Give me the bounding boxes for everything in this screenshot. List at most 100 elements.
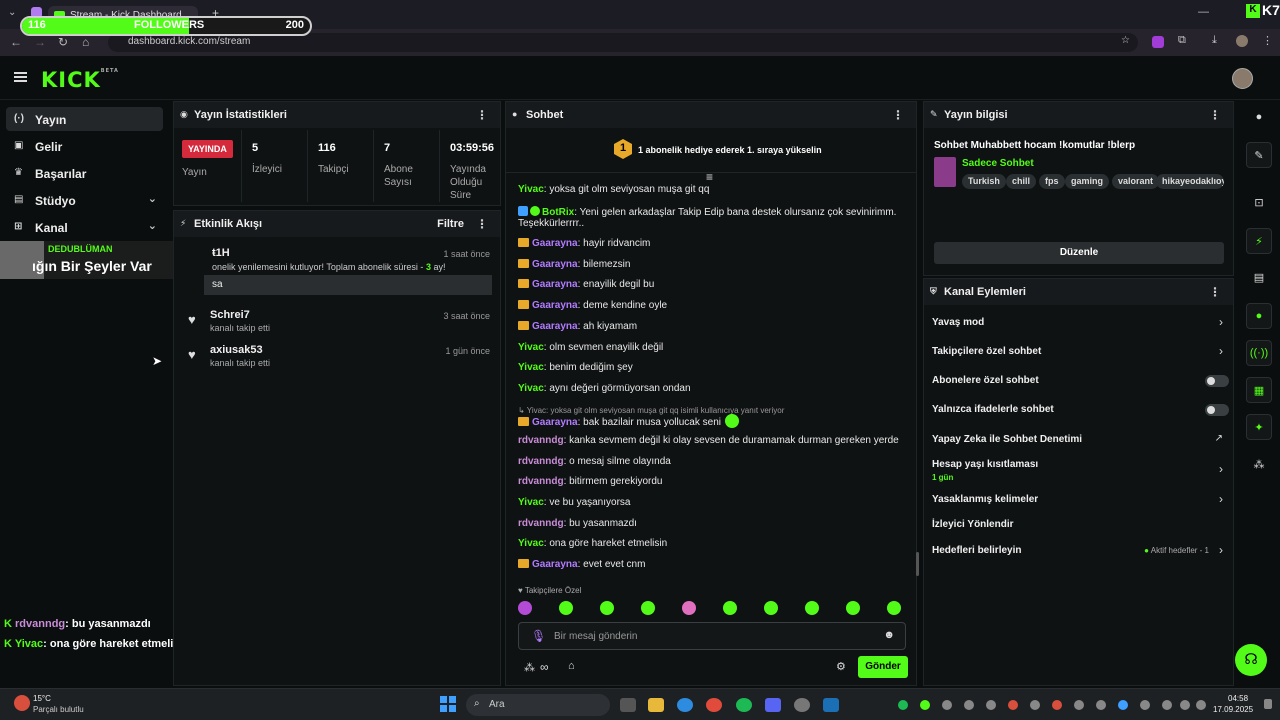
chat-username[interactable]: Gaarayna	[532, 279, 578, 290]
kick-logo[interactable]: KICKBETA	[41, 68, 119, 92]
action-banned-words[interactable]: Yasaklanmış kelimeler ›	[924, 492, 1233, 512]
tray-icon[interactable]	[1118, 700, 1128, 710]
infinity-icon[interactable]: ∞	[540, 660, 549, 674]
send-button[interactable]: Gönder	[858, 656, 908, 678]
emote-icon[interactable]	[559, 601, 573, 615]
tab-list-icon[interactable]: ⌄	[8, 7, 16, 18]
community-icon[interactable]: ⁂	[524, 661, 535, 674]
chat-menu-icon[interactable]: ⋮	[892, 108, 904, 122]
channel-actions-menu-icon[interactable]: ⋮	[1209, 285, 1221, 299]
emote-icon[interactable]	[641, 601, 655, 615]
edit-button[interactable]: Düzenle	[934, 242, 1224, 264]
file-explorer-icon[interactable]	[648, 698, 664, 712]
windows-start-icon[interactable]	[440, 696, 456, 712]
chat-input[interactable]: 🎙 Bir mesaj gönderin ☻	[518, 622, 906, 650]
sidebar-item-kanal[interactable]: ⊞ Kanal ⌄	[6, 215, 163, 239]
store-icon[interactable]: ⌂	[568, 660, 575, 672]
minimize-icon[interactable]: —	[1198, 6, 1209, 18]
emote-icon[interactable]	[682, 601, 696, 615]
tray-icon[interactable]	[964, 700, 974, 710]
browser-profile-icon[interactable]	[1236, 35, 1248, 47]
chat-username[interactable]: rdvanndg	[518, 476, 564, 487]
back-icon[interactable]: ←	[10, 35, 22, 49]
category-link[interactable]: Sadece Sohbet	[962, 158, 1034, 169]
chat-username[interactable]: Yivac	[518, 383, 544, 394]
activity-menu-icon[interactable]: ⋮	[476, 217, 488, 231]
chat-username[interactable]: Yivac	[518, 184, 544, 195]
broadcast-icon[interactable]: ((·))	[1246, 340, 1272, 366]
subscribers-only-toggle[interactable]	[1205, 375, 1229, 387]
microphone-icon[interactable]: 🎙	[531, 629, 546, 643]
steam-icon[interactable]	[823, 698, 839, 712]
spotify-icon[interactable]	[736, 698, 752, 712]
browser-menu-icon[interactable]: ⋮	[1262, 34, 1273, 47]
support-headset-icon[interactable]: ☊	[1235, 644, 1267, 676]
stats-menu-icon[interactable]: ⋮	[476, 108, 488, 122]
sidebar-item-gelir[interactable]: ▣ Gelir	[6, 134, 163, 158]
reload-icon[interactable]: ↻	[58, 35, 68, 49]
stream-info-menu-icon[interactable]: ⋮	[1209, 108, 1221, 122]
chat-username[interactable]: rdvanndg	[518, 435, 564, 446]
emoji-icon[interactable]: ☻	[883, 629, 895, 641]
tray-icon[interactable]	[1074, 700, 1084, 710]
app-icon[interactable]	[794, 698, 810, 712]
tray-icon[interactable]	[1052, 700, 1062, 710]
user-avatar[interactable]	[1232, 68, 1253, 89]
chat-username[interactable]: Gaarayna	[532, 300, 578, 311]
tray-icon[interactable]	[986, 700, 996, 710]
layout-icon[interactable]: ▦	[1246, 377, 1272, 403]
tray-icon[interactable]	[942, 700, 952, 710]
emote-icon[interactable]	[518, 601, 532, 615]
taskbar-search[interactable]: ⌕ Ara	[466, 694, 610, 716]
chrome-icon[interactable]	[706, 698, 722, 712]
discord-icon[interactable]	[765, 698, 781, 712]
edge-icon[interactable]	[677, 698, 693, 712]
emote-icon[interactable]	[805, 601, 819, 615]
action-raid[interactable]: İzleyici Yönlendir	[924, 519, 1233, 537]
kick-extension-icon[interactable]: K	[1246, 4, 1260, 18]
action-slow-mode[interactable]: Yavaş mod ›	[924, 315, 1233, 335]
chat-username[interactable]: BotRix	[542, 207, 574, 218]
gift-leaderboard-banner[interactable]: 1 1 abonelik hediye ederek 1. sıraya yük…	[506, 129, 916, 173]
emote-icon[interactable]	[887, 601, 901, 615]
menu-icon[interactable]	[14, 72, 27, 82]
stream-tag[interactable]: fps	[1039, 174, 1065, 189]
stream-tag[interactable]: gaming	[1065, 174, 1110, 189]
action-followers-only[interactable]: Takipçilere özel sohbet ›	[924, 344, 1233, 364]
tray-icon[interactable]	[920, 700, 930, 710]
stream-tag[interactable]: Turkish	[962, 174, 1006, 189]
chat-username[interactable]: rdvanndg	[518, 456, 564, 467]
extension-icon[interactable]	[1152, 36, 1164, 48]
tray-icon[interactable]	[1096, 700, 1106, 710]
filter-button[interactable]: Filtre	[437, 218, 464, 230]
stream-tag[interactable]: hikayeodaklıoyu	[1156, 174, 1224, 189]
action-goals[interactable]: Hedefleri belirleyin ● Aktif hedefler - …	[924, 543, 1233, 563]
sidebar-item-studyo[interactable]: ▤ Stüdyo ⌄	[6, 188, 163, 212]
stream-tag[interactable]: chill	[1006, 174, 1037, 189]
forward-icon[interactable]: →	[34, 35, 46, 49]
focus-icon[interactable]: ⊡	[1246, 190, 1272, 216]
emote-icon[interactable]	[600, 601, 614, 615]
chat-username[interactable]: Gaarayna	[532, 417, 578, 428]
lightning-icon[interactable]: ⚡	[1246, 228, 1272, 254]
spotify-tray-icon[interactable]	[898, 700, 908, 710]
tray-icon[interactable]	[1030, 700, 1040, 710]
chat-username[interactable]: Yivac	[518, 538, 544, 549]
clipboard-icon[interactable]: ▤	[1246, 265, 1272, 291]
chat-username[interactable]: Yivac	[518, 342, 544, 353]
community-icon[interactable]: ⁂	[1246, 452, 1272, 478]
chat-username[interactable]: Gaarayna	[532, 321, 578, 332]
chat-username[interactable]: Yivac	[518, 497, 544, 508]
action-ai-moderation[interactable]: Yapay Zeka ile Sohbet Denetimi ↗	[924, 433, 1233, 452]
sidebar-item-yayin[interactable]: (·) Yayın	[6, 107, 163, 131]
chat-icon[interactable]: ●	[1246, 303, 1272, 329]
chat-settings-gear-icon[interactable]: ⚙	[836, 660, 846, 673]
extensions-puzzle-icon[interactable]: ⧉	[1178, 34, 1186, 47]
chat-username[interactable]: Gaarayna	[532, 259, 578, 270]
volume-icon[interactable]	[1196, 700, 1206, 710]
emote-icon[interactable]	[723, 601, 737, 615]
network-icon[interactable]	[1180, 700, 1190, 710]
stream-tag[interactable]: valorant	[1112, 174, 1160, 189]
tray-icon[interactable]	[1008, 700, 1018, 710]
weather-icon[interactable]	[14, 695, 30, 711]
